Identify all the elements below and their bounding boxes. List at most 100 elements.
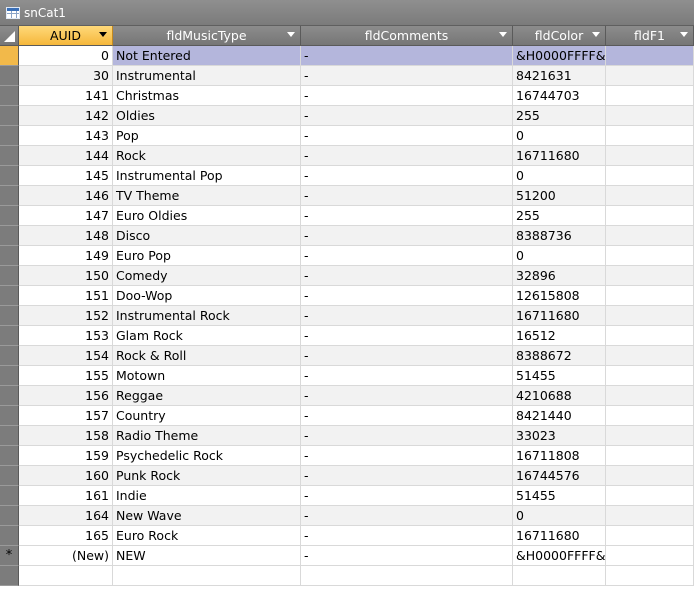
cell-fldmusictype[interactable]: Oldies (113, 106, 301, 126)
cell-fldcolor[interactable]: 51455 (513, 486, 606, 506)
cell-fldmusictype[interactable]: Euro Pop (113, 246, 301, 266)
column-header-fldmusictype[interactable]: fldMusicType (113, 26, 301, 46)
table-row[interactable]: 141 Christmas -16744703 (0, 86, 694, 106)
cell-fldcolor[interactable]: 16711808 (513, 446, 606, 466)
cell-fldf1[interactable] (606, 186, 694, 206)
record-selector[interactable] (0, 326, 19, 346)
table-row[interactable]: 150 Comedy -32896 (0, 266, 694, 286)
cell-fldmusictype[interactable]: Rock & Roll (113, 346, 301, 366)
cell-fldmusictype[interactable]: Doo-Wop (113, 286, 301, 306)
cell-fldf1[interactable] (606, 526, 694, 546)
cell-fldcolor[interactable]: 0 (513, 506, 606, 526)
record-selector[interactable] (0, 86, 19, 106)
cell-fldf1[interactable] (606, 126, 694, 146)
table-row[interactable]: 148 Disco -8388736 (0, 226, 694, 246)
cell-fldf1[interactable] (606, 466, 694, 486)
cell-fldcomments[interactable]: - (301, 426, 513, 446)
cell-fldmusictype[interactable]: Indie (113, 486, 301, 506)
cell-fldf1[interactable] (606, 46, 694, 66)
record-selector[interactable] (0, 386, 19, 406)
table-row[interactable]: 159 Psychedelic Rock -16711808 (0, 446, 694, 466)
cell-fldcolor[interactable]: 16711680 (513, 526, 606, 546)
cell-fldmusictype[interactable]: Christmas (113, 86, 301, 106)
cell-fldcomments[interactable]: - (301, 166, 513, 186)
record-selector[interactable] (0, 246, 19, 266)
cell-fldcomments[interactable]: - (301, 186, 513, 206)
cell-fldf1[interactable] (606, 66, 694, 86)
cell-auid[interactable]: 30 (19, 66, 113, 86)
chevron-down-icon[interactable] (680, 32, 688, 37)
cell-fldmusictype[interactable]: Euro Oldies (113, 206, 301, 226)
cell-fldcomments[interactable]: - (301, 106, 513, 126)
cell-fldcolor[interactable]: 8421440 (513, 406, 606, 426)
cell-auid[interactable]: 143 (19, 126, 113, 146)
chevron-down-icon[interactable] (499, 32, 507, 37)
record-selector[interactable] (0, 506, 19, 526)
record-selector[interactable] (0, 486, 19, 506)
cell-fldcomments[interactable]: - (301, 546, 513, 566)
cell-fldcolor[interactable]: 255 (513, 206, 606, 226)
cell-auid[interactable]: 150 (19, 266, 113, 286)
cell-fldmusictype[interactable]: NEW (113, 546, 301, 566)
record-selector[interactable] (0, 306, 19, 326)
cell-auid[interactable]: 153 (19, 326, 113, 346)
record-selector[interactable] (0, 46, 19, 66)
table-row[interactable]: 156 Reggae -4210688 (0, 386, 694, 406)
cell-fldcomments[interactable]: - (301, 206, 513, 226)
cell-fldmusictype[interactable]: Reggae (113, 386, 301, 406)
cell-fldcomments[interactable]: - (301, 266, 513, 286)
record-selector[interactable] (0, 346, 19, 366)
cell-fldcomments[interactable]: - (301, 466, 513, 486)
cell-fldcomments[interactable]: - (301, 246, 513, 266)
cell-fldcolor[interactable]: &H0000FFFF& (513, 546, 606, 566)
cell-fldcomments[interactable]: - (301, 526, 513, 546)
record-selector[interactable] (0, 126, 19, 146)
cell-fldmusictype[interactable]: Pop (113, 126, 301, 146)
cell-fldmusictype[interactable]: Psychedelic Rock (113, 446, 301, 466)
cell-fldcomments[interactable]: - (301, 366, 513, 386)
cell-fldmusictype[interactable]: Comedy (113, 266, 301, 286)
cell-fldcomments[interactable]: - (301, 146, 513, 166)
cell-auid[interactable]: 148 (19, 226, 113, 246)
record-selector[interactable] (0, 426, 19, 446)
record-selector[interactable] (0, 186, 19, 206)
cell-fldcolor[interactable]: 51200 (513, 186, 606, 206)
cell-fldmusictype[interactable]: Country (113, 406, 301, 426)
column-header-fldf1[interactable]: fldF1 (606, 26, 694, 46)
cell-auid[interactable]: 156 (19, 386, 113, 406)
table-row[interactable]: 145 Instrumental Pop -0 (0, 166, 694, 186)
record-selector[interactable] (0, 166, 19, 186)
cell-fldf1[interactable] (606, 326, 694, 346)
column-header-fldcomments[interactable]: fldComments (301, 26, 513, 46)
cell-fldf1[interactable] (606, 506, 694, 526)
cell-auid[interactable]: 157 (19, 406, 113, 426)
table-row[interactable]: 165 Euro Rock -16711680 (0, 526, 694, 546)
cell-auid[interactable]: 144 (19, 146, 113, 166)
new-record-row[interactable]: * (New) NEW - &H0000FFFF& (0, 546, 694, 566)
cell-fldmusictype[interactable]: Instrumental Pop (113, 166, 301, 186)
cell-auid[interactable]: 149 (19, 246, 113, 266)
table-row[interactable]: 164 New Wave -0 (0, 506, 694, 526)
cell-fldf1[interactable] (606, 486, 694, 506)
cell-auid[interactable]: 141 (19, 86, 113, 106)
cell-fldcolor[interactable]: 16512 (513, 326, 606, 346)
cell-auid[interactable]: 152 (19, 306, 113, 326)
cell-fldf1[interactable] (606, 546, 694, 566)
record-selector[interactable] (0, 446, 19, 466)
cell-auid[interactable]: (New) (19, 546, 113, 566)
cell-auid[interactable]: 147 (19, 206, 113, 226)
cell-fldf1[interactable] (606, 166, 694, 186)
cell-auid[interactable]: 145 (19, 166, 113, 186)
table-row[interactable]: 147 Euro Oldies -255 (0, 206, 694, 226)
cell-fldcomments[interactable]: - (301, 446, 513, 466)
cell-fldf1[interactable] (606, 366, 694, 386)
cell-auid[interactable]: 154 (19, 346, 113, 366)
table-row[interactable]: 149 Euro Pop -0 (0, 246, 694, 266)
cell-auid[interactable]: 160 (19, 466, 113, 486)
cell-fldmusictype[interactable]: Glam Rock (113, 326, 301, 346)
cell-fldcolor[interactable]: 16711680 (513, 146, 606, 166)
record-selector[interactable] (0, 406, 19, 426)
cell-fldcolor[interactable]: 32896 (513, 266, 606, 286)
table-row[interactable]: 153 Glam Rock -16512 (0, 326, 694, 346)
cell-fldcolor[interactable]: 8388672 (513, 346, 606, 366)
